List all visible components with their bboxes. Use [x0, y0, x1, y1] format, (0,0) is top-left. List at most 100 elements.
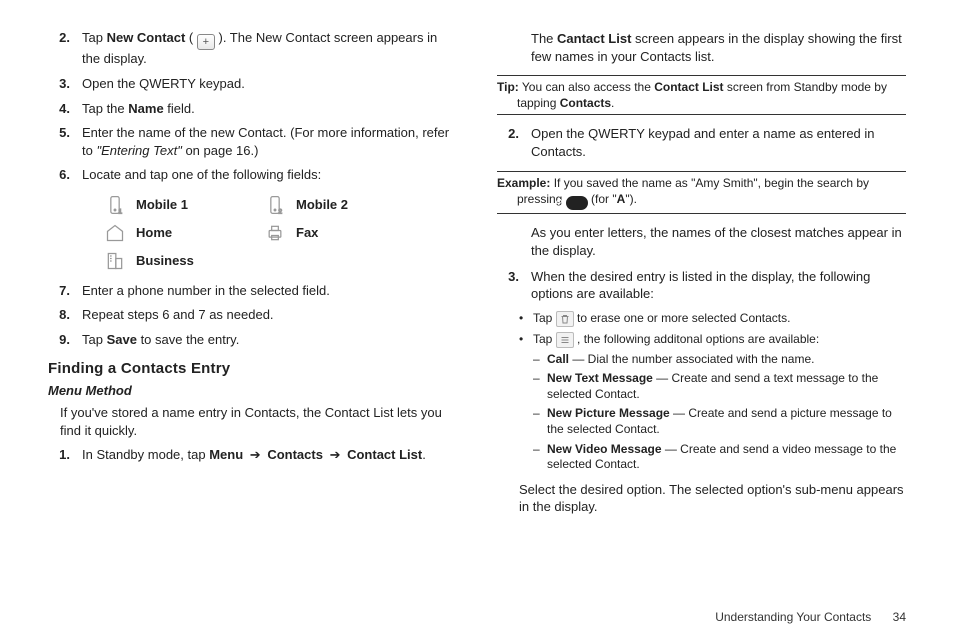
step-body: When the desired entry is listed in the …	[531, 268, 906, 303]
contact-fields: 1 Mobile 1 2 Mobile 2 Home	[104, 194, 457, 272]
step-body: Tap New Contact ( + ). The New Contact s…	[82, 29, 457, 68]
list-item: 5. Enter the name of the new Contact. (F…	[48, 124, 457, 159]
step-body: Locate and tap one of the following fiel…	[82, 166, 457, 184]
text: to erase one or more selected Contacts.	[574, 311, 791, 325]
paragraph: If you've stored a name entry in Contact…	[60, 404, 457, 439]
step-number: 3.	[48, 75, 82, 93]
step-body: Tap Save to save the entry.	[82, 331, 457, 349]
text: Tap	[82, 30, 107, 45]
home-icon	[104, 222, 126, 244]
manual-page: 2. Tap New Contact ( + ). The New Contac…	[0, 0, 954, 636]
bold-text: Save	[107, 332, 137, 347]
bullet-body: Tap to erase one or more selected Contac…	[533, 310, 790, 327]
bold-text: Menu	[209, 447, 243, 462]
list-item: 2. Tap New Contact ( + ). The New Contac…	[48, 29, 457, 68]
italic-text: "Entering Text"	[96, 143, 181, 158]
text: Tap	[82, 332, 107, 347]
mobile-icon: 1	[104, 194, 126, 216]
arrow-icon: ➔	[250, 447, 261, 462]
bold-text: New Contact	[107, 30, 186, 45]
bold-text: Contacts	[560, 96, 611, 110]
step-body: Open the QWERTY keypad.	[82, 75, 457, 93]
page-footer: Understanding Your Contacts 34	[715, 610, 906, 624]
step-body: Enter the name of the new Contact. (For …	[82, 124, 457, 159]
section-name: Understanding Your Contacts	[715, 610, 871, 624]
bullet-body: Tap , the following additonal options ar…	[533, 331, 819, 348]
list-item: 9. Tap Save to save the entry.	[48, 331, 457, 349]
bold-text: Call	[547, 352, 569, 366]
field-fax: Fax	[264, 222, 424, 244]
bold-text: Contact List	[654, 80, 723, 94]
dash-item: – New Video Message — Create and send a …	[533, 442, 906, 473]
svg-text:1: 1	[118, 208, 122, 215]
svg-text:2: 2	[278, 208, 282, 215]
field-label: Mobile 1	[136, 197, 188, 212]
field-mobile2: 2 Mobile 2	[264, 194, 424, 216]
bold-text: New Text Message	[547, 371, 653, 385]
fax-icon	[264, 222, 286, 244]
step-number: 1.	[48, 446, 82, 464]
building-icon	[104, 250, 126, 272]
step-body: Open the QWERTY keypad and enter a name …	[531, 125, 906, 160]
bold-text: A	[617, 192, 626, 206]
tip-label: Tip:	[497, 80, 519, 94]
dash-char: –	[533, 442, 547, 473]
example-block: Example: If you saved the name as "Amy S…	[497, 171, 906, 215]
step-body: In Standby mode, tap Menu ➔ Contacts ➔ C…	[82, 446, 457, 464]
list-item: 1. In Standby mode, tap Menu ➔ Contacts …	[48, 446, 457, 464]
text: .	[422, 447, 426, 462]
tip-block: Tip: You can also access the Contact Lis…	[497, 75, 906, 115]
step-number: 4.	[48, 100, 82, 118]
right-column: The Cantact List screen appears in the d…	[497, 22, 906, 626]
list-item: 3. When the desired entry is listed in t…	[497, 268, 906, 303]
step-body: Enter a phone number in the selected fie…	[82, 282, 457, 300]
field-mobile1: 1 Mobile 1	[104, 194, 264, 216]
field-row: Home Fax	[104, 222, 457, 244]
paragraph: Select the desired option. The selected …	[519, 481, 906, 516]
text: In Standby mode, tap	[82, 447, 209, 462]
field-label: Fax	[296, 225, 318, 240]
paragraph: The Cantact List screen appears in the d…	[531, 30, 906, 65]
text: ").	[625, 192, 637, 206]
bold-text: New Video Message	[547, 442, 662, 456]
text: .	[611, 96, 614, 110]
field-row: 1 Mobile 1 2 Mobile 2	[104, 194, 457, 216]
step-body: Repeat steps 6 and 7 as needed.	[82, 306, 457, 324]
bullet-char: •	[519, 310, 533, 327]
dash-char: –	[533, 352, 547, 368]
heading-finding: Finding a Contacts Entry	[48, 360, 457, 377]
key-a-icon: *A	[566, 196, 588, 210]
arrow-icon: ➔	[330, 447, 341, 462]
trash-icon	[556, 311, 574, 327]
dash-item: – New Picture Message — Create and send …	[533, 406, 906, 437]
text: The	[531, 31, 557, 46]
dash-item: – New Text Message — Create and send a t…	[533, 371, 906, 402]
step-number: 9.	[48, 331, 82, 349]
bold-text: New Picture Message	[547, 406, 670, 420]
step-number: 7.	[48, 282, 82, 300]
page-number: 34	[893, 610, 906, 624]
text: Tap	[533, 311, 556, 325]
text: on page 16.)	[182, 143, 259, 158]
mobile-icon: 2	[264, 194, 286, 216]
text: (	[185, 30, 197, 45]
field-label: Business	[136, 253, 194, 268]
left-column: 2. Tap New Contact ( + ). The New Contac…	[48, 22, 457, 626]
list-item: 6. Locate and tap one of the following f…	[48, 166, 457, 184]
field-business: Business	[104, 250, 264, 272]
text: (for "	[588, 192, 617, 206]
dash-body: New Picture Message — Create and send a …	[547, 406, 906, 437]
text: to save the entry.	[137, 332, 239, 347]
bold-text: Contacts	[267, 447, 323, 462]
paragraph: As you enter letters, the names of the c…	[531, 224, 906, 259]
bold-text: Cantact List	[557, 31, 631, 46]
text: field.	[164, 101, 195, 116]
field-label: Home	[136, 225, 172, 240]
bold-text: Name	[128, 101, 163, 116]
dash-body: New Text Message — Create and send a tex…	[547, 371, 906, 402]
step-number: 6.	[48, 166, 82, 184]
plus-icon: +	[197, 34, 215, 50]
list-item: 3. Open the QWERTY keypad.	[48, 75, 457, 93]
step-body: Tap the Name field.	[82, 100, 457, 118]
step-number: 8.	[48, 306, 82, 324]
